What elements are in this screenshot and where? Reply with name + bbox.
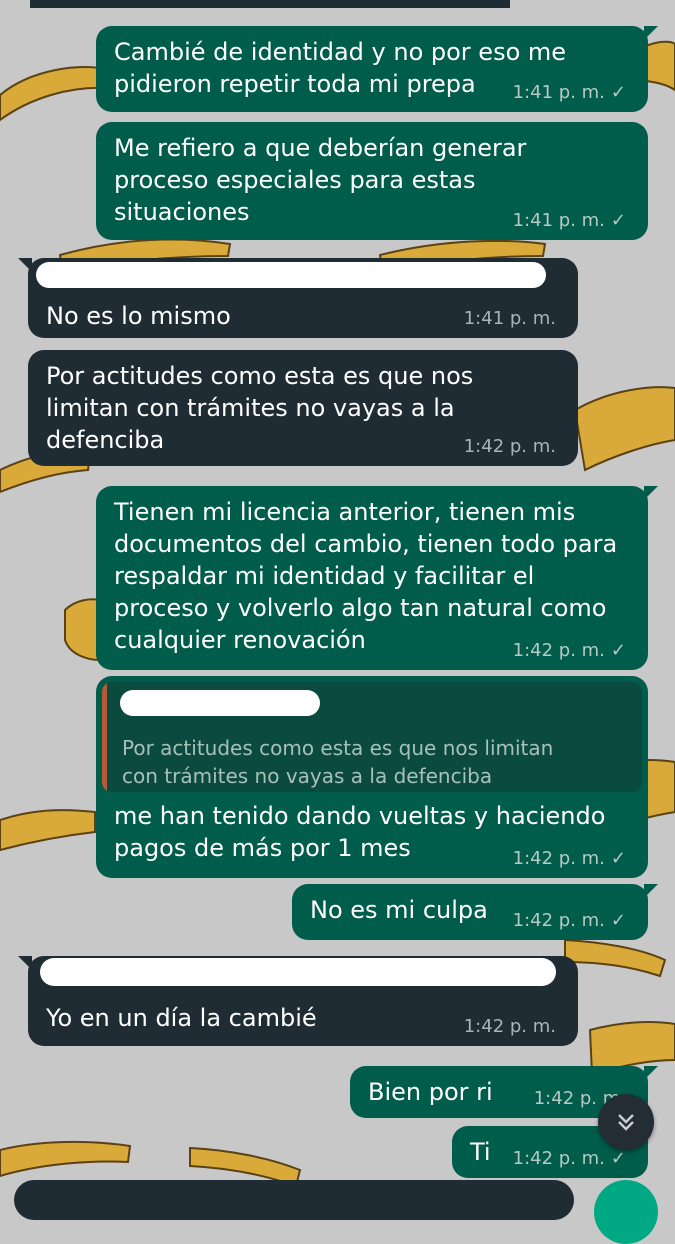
message-meta: 1:41 p. m. ✓: [513, 210, 626, 232]
message-text: No es mi culpa: [310, 896, 488, 924]
message-time: 1:42 p. m.: [512, 848, 605, 869]
sent-check-icon: ✓: [610, 82, 626, 103]
message-bubble-outgoing[interactable]: No es mi culpa 1:42 p. m. ✓: [292, 884, 658, 940]
previous-bubble-edge: [0, 0, 675, 8]
redacted-sender-name: [36, 262, 546, 288]
bubble-tail: [644, 884, 658, 898]
message-meta: 1:42 p. m. ✓: [513, 640, 626, 662]
message-meta: 1:42 p. m. ✓: [513, 1148, 626, 1170]
bubble-tail: [18, 956, 32, 970]
bubble-tail: [644, 1066, 658, 1080]
double-chevron-down-icon: [618, 1114, 634, 1131]
sent-check-icon: ✓: [610, 1148, 626, 1169]
message-time: 1:41 p. m.: [512, 210, 605, 231]
send-voice-button[interactable]: [594, 1180, 658, 1244]
sent-check-icon: ✓: [610, 210, 626, 231]
message-text: Bien por ri: [368, 1078, 493, 1106]
message-text: Por actitudes como esta es que nos limit…: [46, 362, 474, 454]
sent-check-icon: ✓: [610, 640, 626, 661]
message-time: 1:42 p. m.: [512, 910, 605, 931]
quoted-message-text: Por actitudes como esta es que nos limit…: [122, 736, 554, 788]
sent-check-icon: ✓: [610, 848, 626, 869]
message-bubble-outgoing[interactable]: Me refiero a que deberían generar proces…: [96, 122, 648, 240]
message-time: 1:41 p. m.: [512, 82, 605, 103]
message-text: Ti: [470, 1138, 491, 1166]
redacted-sender-name: [40, 958, 556, 986]
message-text: Me refiero a que deberían generar proces…: [114, 134, 527, 226]
quote-accent-bar: [102, 682, 107, 792]
message-meta: 1:42 p. m.: [464, 1016, 556, 1038]
redacted-quoted-sender: [120, 690, 320, 716]
bubble-tail: [644, 26, 658, 40]
message-input-bar[interactable]: [14, 1180, 574, 1220]
message-text: Cambié de identidad y no por eso me pidi…: [114, 38, 567, 98]
message-text: Yo en un día la cambié: [46, 1004, 317, 1032]
message-time: 1:42 p. m.: [512, 640, 605, 661]
message-text: Tienen mi licencia anterior, tienen mis …: [114, 498, 618, 654]
message-time: 1:42 p. m.: [512, 1148, 605, 1169]
message-bubble-outgoing[interactable]: Cambié de identidad y no por eso me pidi…: [96, 26, 658, 112]
message-bubble-incoming[interactable]: Por actitudes como esta es que nos limit…: [28, 350, 578, 466]
message-meta: 1:41 p. m. ✓: [513, 82, 626, 104]
message-meta: 1:42 p. m. ✓: [513, 910, 626, 932]
message-meta: 1:41 p. m.: [464, 308, 556, 330]
bubble-tail: [18, 258, 32, 272]
sent-check-icon: ✓: [610, 910, 626, 931]
scroll-to-bottom-button[interactable]: [598, 1094, 654, 1150]
message-text: No es lo mismo: [46, 302, 231, 330]
message-time: 1:42 p. m.: [463, 436, 556, 457]
message-time: 1:42 p. m.: [463, 1016, 556, 1037]
message-meta: 1:42 p. m.: [464, 436, 556, 458]
message-meta: 1:42 p. m. ✓: [513, 848, 626, 870]
bubble-tail: [644, 486, 658, 500]
message-bubble-outgoing[interactable]: Tienen mi licencia anterior, tienen mis …: [96, 486, 658, 670]
message-time: 1:41 p. m.: [463, 308, 556, 329]
